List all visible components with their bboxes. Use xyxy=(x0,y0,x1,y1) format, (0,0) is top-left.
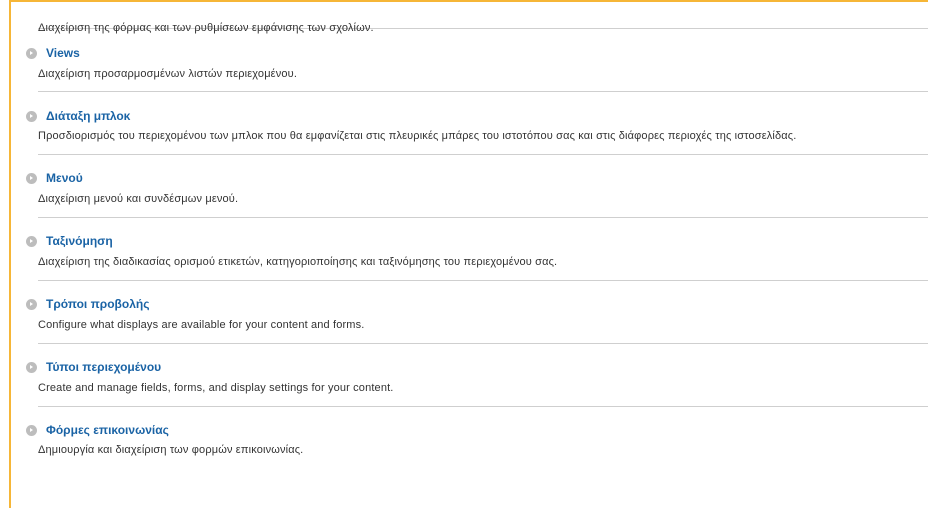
list-item-views: Views Διαχείριση προσαρμοσμένων λιστών π… xyxy=(26,29,928,92)
contact-forms-link[interactable]: Φόρμες επικοινωνίας xyxy=(46,423,169,437)
circle-arrow-icon xyxy=(26,299,37,310)
block-layout-link[interactable]: Διάταξη μπλοκ xyxy=(46,109,130,123)
admin-structure-panel: Διαχείριση της φόρμας και των ρυθμίσεων … xyxy=(9,0,928,508)
circle-arrow-icon xyxy=(26,48,37,59)
taxonomy-description: Διαχείριση της διαδικασίας ορισμού ετικε… xyxy=(38,256,558,268)
list-item-menus: Μενού Διαχείριση μενού και συνδέσμων μεν… xyxy=(26,155,928,218)
list-item-contact-forms: Φόρμες επικοινωνίας Δημιουργία και διαχε… xyxy=(26,407,928,467)
circle-arrow-icon xyxy=(26,111,37,122)
views-description: Διαχείριση προσαρμοσμένων λιστών περιεχο… xyxy=(38,68,298,80)
list-item-content-types: Τύποι περιεχομένου Create and manage fie… xyxy=(26,344,928,407)
list-item-block-layout: Διάταξη μπλοκ Προσδιορισμός του περιεχομ… xyxy=(26,92,928,155)
circle-arrow-icon xyxy=(26,362,37,373)
contact-forms-description: Δημιουργία και διαχείριση των φορμών επι… xyxy=(38,444,304,456)
taxonomy-link[interactable]: Ταξινόμηση xyxy=(46,234,113,248)
admin-structure-list: Διαχείριση της φόρμας και των ρυθμίσεων … xyxy=(26,2,928,467)
circle-arrow-icon xyxy=(26,236,37,247)
menus-description: Διαχείριση μενού και συνδέσμων μενού. xyxy=(38,193,239,205)
circle-arrow-icon xyxy=(26,173,37,184)
circle-arrow-icon xyxy=(26,425,37,436)
display-modes-description: Configure what displays are available fo… xyxy=(38,319,365,331)
views-link[interactable]: Views xyxy=(46,46,80,60)
list-item-taxonomy: Ταξινόμηση Διαχείριση της διαδικασίας ορ… xyxy=(26,218,928,281)
block-layout-description: Προσδιορισμός του περιεχομένου των μπλοκ… xyxy=(38,130,797,142)
content-types-link[interactable]: Τύποι περιεχομένου xyxy=(46,360,161,374)
menus-link[interactable]: Μενού xyxy=(46,171,83,185)
display-modes-link[interactable]: Τρόποι προβολής xyxy=(46,297,149,311)
list-item-display-modes: Τρόποι προβολής Configure what displays … xyxy=(26,281,928,344)
comments-description: Διαχείριση της φόρμας και των ρυθμίσεων … xyxy=(38,2,928,34)
content-types-description: Create and manage fields, forms, and dis… xyxy=(38,382,394,394)
